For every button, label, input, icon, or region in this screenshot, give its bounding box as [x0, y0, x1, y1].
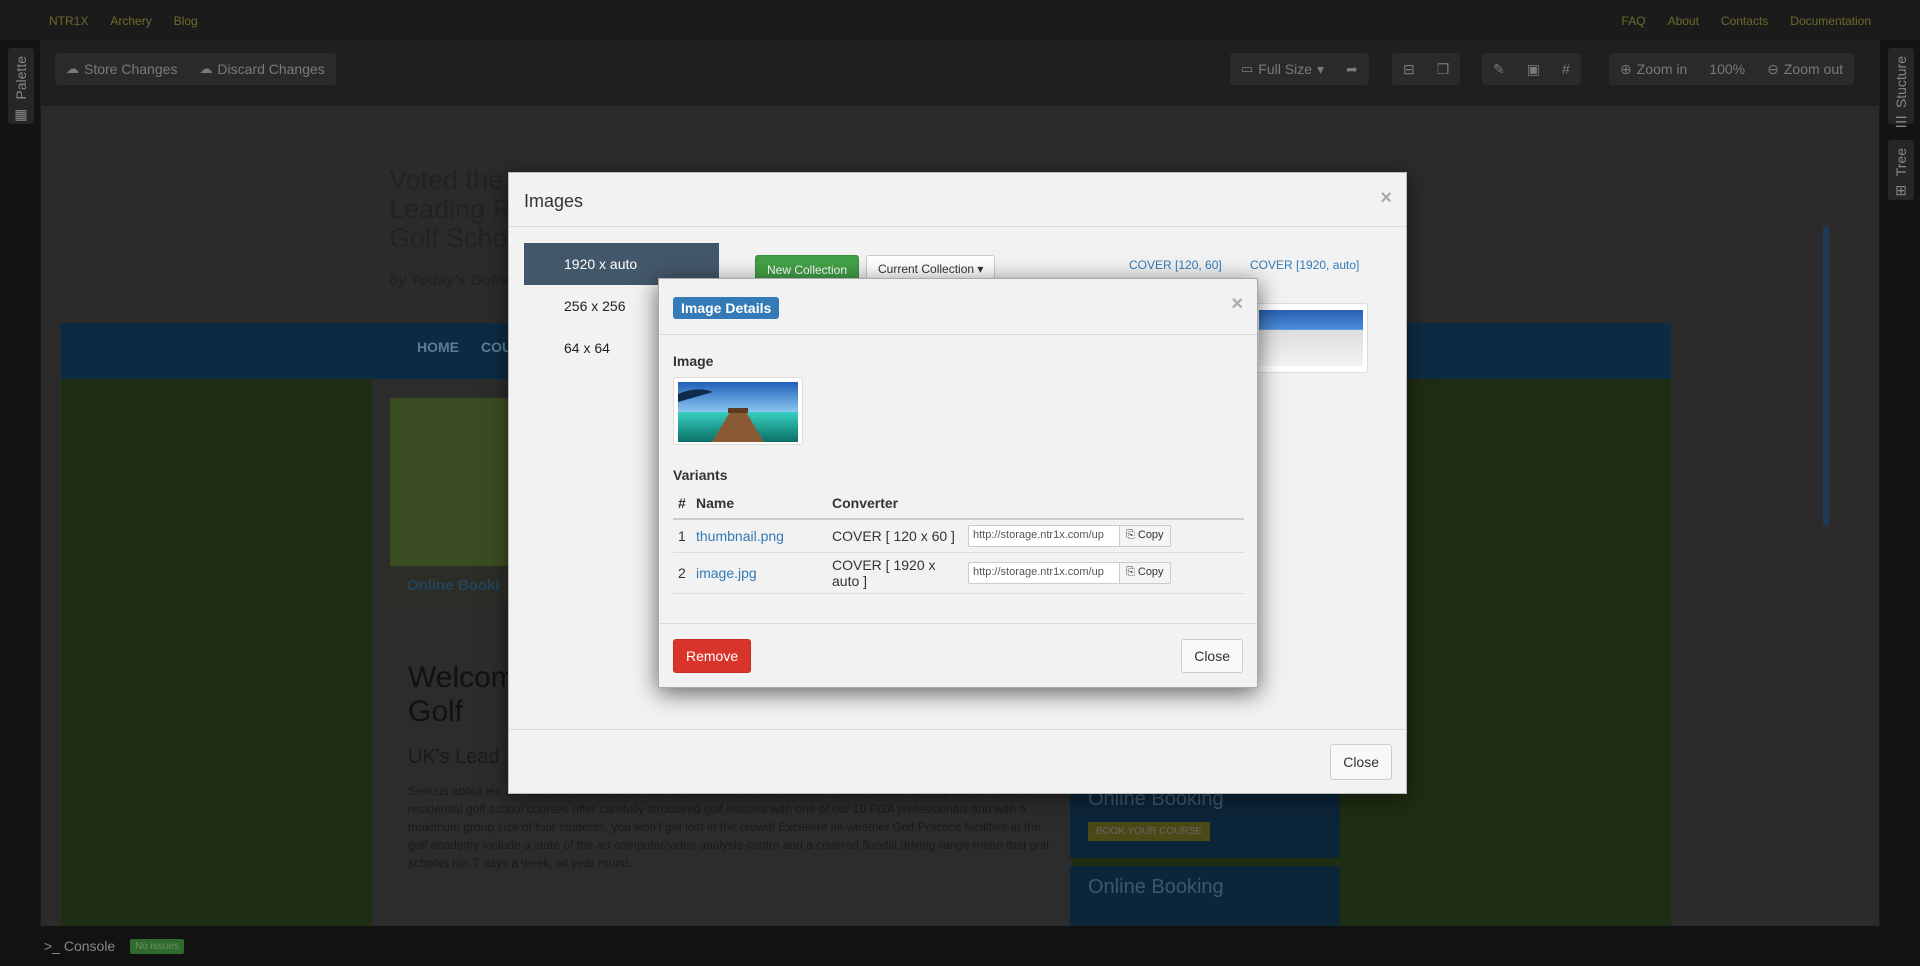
caret-down-icon: ▾ [977, 262, 984, 276]
console-toggle[interactable]: >_ Console [44, 938, 115, 954]
variant-url-field[interactable]: http://storage.ntr1x.com/up [968, 561, 1120, 584]
url-copy-group: http://storage.ntr1x.com/up ⎘ Copy [968, 561, 1239, 584]
image-details-footer: Remove Close [659, 623, 1257, 687]
cover-link-large[interactable]: COVER [1920, auto] [1250, 258, 1359, 272]
clipboard-icon: ⎘ [1126, 528, 1135, 541]
row-number: 2 [673, 552, 691, 594]
variants-section-label: Variants [673, 467, 728, 483]
current-collection-label: Current Collection [878, 262, 975, 276]
url-copy-group: http://storage.ntr1x.com/up ⎘ Copy [968, 524, 1239, 547]
variant-name-link[interactable]: image.jpg [696, 565, 757, 581]
image-details-header: Image Details × [659, 279, 1257, 335]
column-header-name: Name [691, 488, 827, 520]
images-close-button[interactable]: Close [1330, 744, 1392, 780]
collection-thumbnail[interactable] [1252, 303, 1368, 373]
variant-name-link[interactable]: thumbnail.png [696, 528, 784, 544]
table-row: 2 image.jpg COVER [ 1920 x auto ] http:/… [673, 552, 1244, 594]
image-details-modal: Image Details × Image Variants # Name Co… [658, 278, 1258, 688]
images-modal-title: Images [524, 191, 584, 211]
cover-link-small[interactable]: COVER [120, 60] [1129, 258, 1222, 272]
table-header-row: # Name Converter [673, 488, 1244, 520]
remove-button[interactable]: Remove [673, 639, 752, 673]
close-icon[interactable]: × [1380, 187, 1392, 210]
images-modal-header: Images × [509, 173, 1406, 227]
column-header-url [963, 488, 1244, 520]
thumbnail-image [1259, 310, 1363, 366]
images-modal-footer: Close [509, 729, 1406, 793]
details-close-button[interactable]: Close [1181, 639, 1243, 673]
close-icon[interactable]: × [1231, 293, 1243, 316]
image-preview [673, 377, 803, 445]
console-bar: >_ Console No issues [0, 926, 1920, 966]
image-details-title: Image Details [673, 297, 780, 319]
variants-table: # Name Converter 1 thumbnail.png COVER [… [673, 488, 1244, 594]
status-badge: No issues [130, 939, 184, 954]
variant-url-field[interactable]: http://storage.ntr1x.com/up [968, 524, 1120, 547]
clipboard-icon: ⎘ [1126, 565, 1135, 578]
row-number: 1 [673, 519, 691, 553]
beach-pier-image [678, 382, 798, 442]
preview-image [678, 382, 798, 442]
column-header-number: # [673, 488, 691, 520]
column-header-converter: Converter [827, 488, 963, 520]
variant-converter: COVER [ 1920 x auto ] [827, 552, 963, 594]
copy-url-button[interactable]: ⎘ Copy [1120, 561, 1171, 584]
copy-label: Copy [1137, 565, 1164, 578]
table-row: 1 thumbnail.png COVER [ 120 x 60 ] http:… [673, 519, 1244, 553]
image-section-label: Image [673, 353, 714, 369]
variant-converter: COVER [ 120 x 60 ] [827, 519, 963, 553]
copy-url-button[interactable]: ⎘ Copy [1120, 524, 1171, 547]
copy-label: Copy [1137, 528, 1164, 541]
